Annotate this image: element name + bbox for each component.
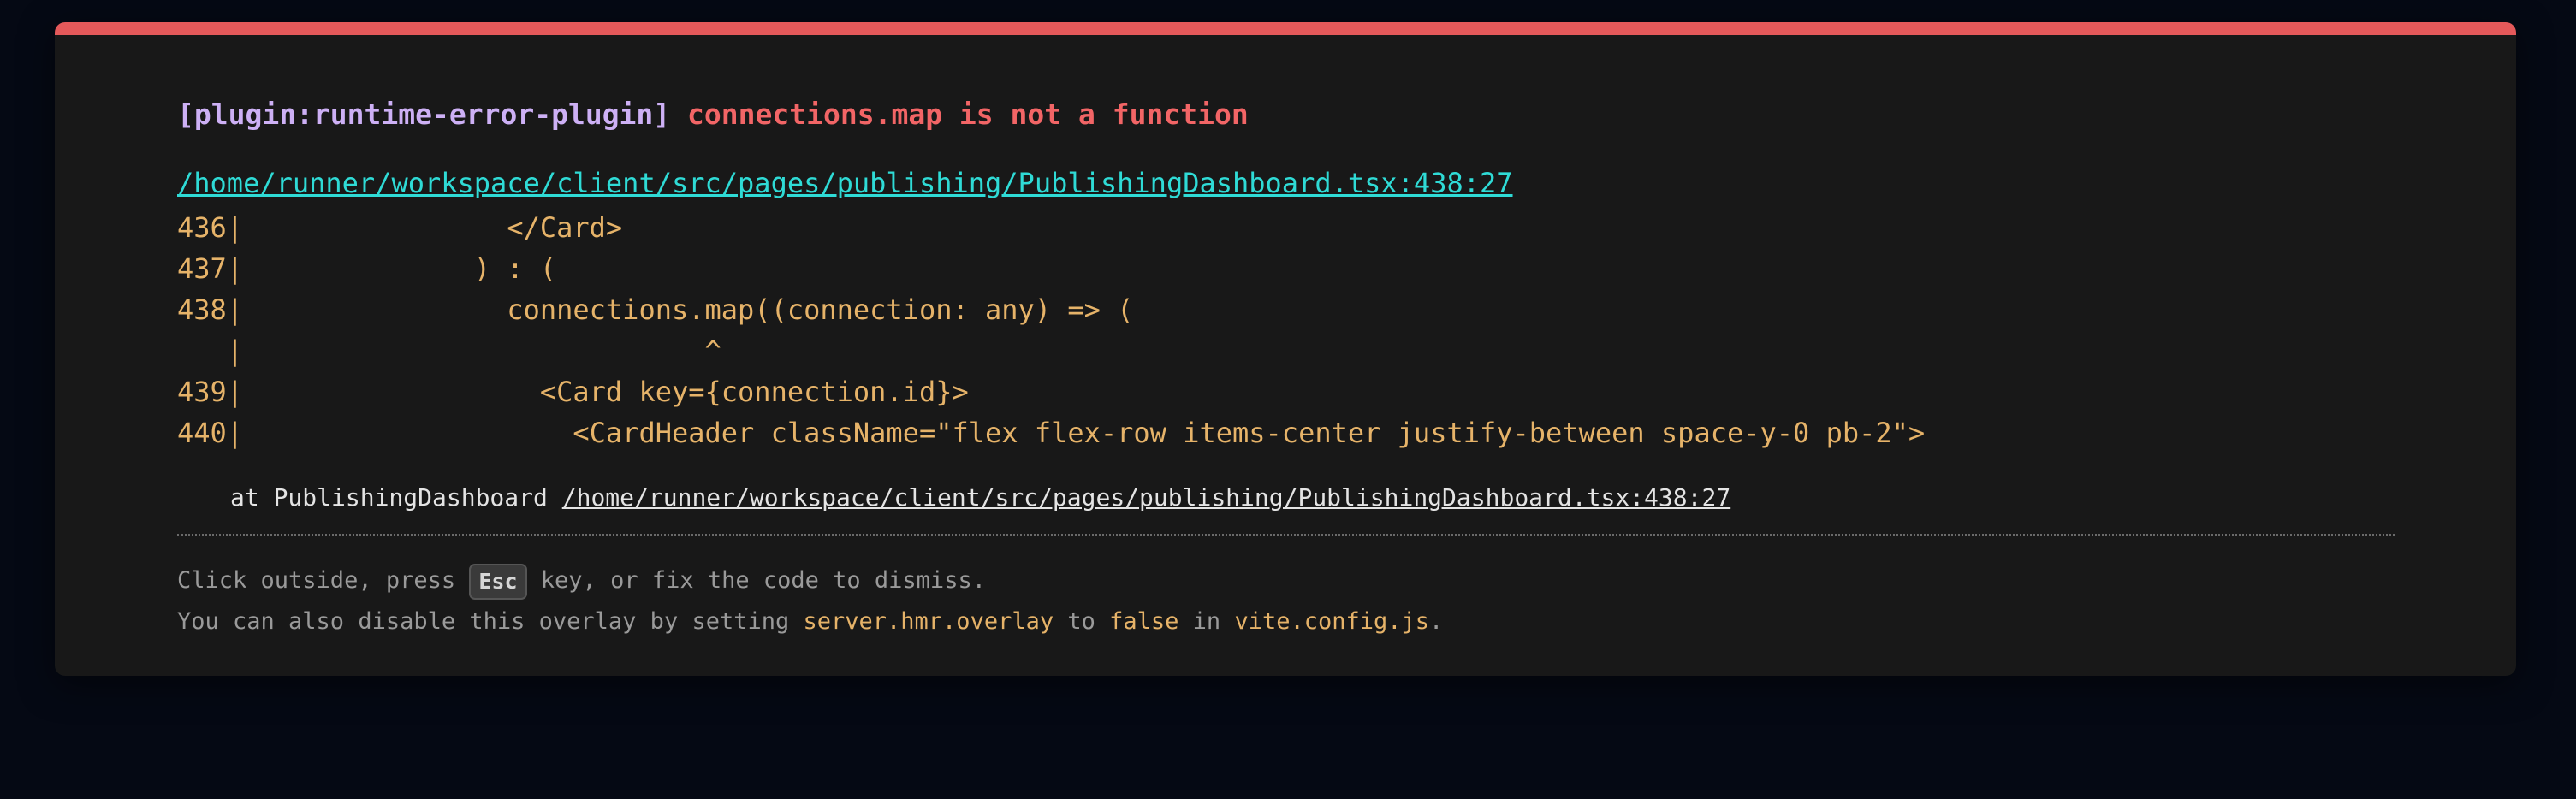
error-file-link[interactable]: /home/runner/workspace/client/src/pages/… [177, 166, 1513, 200]
config-value: false [1109, 608, 1179, 635]
code-line: 439| <Card key={connection.id}> [177, 376, 969, 408]
disable-overlay-tip: You can also disable this overlay by set… [177, 607, 1443, 637]
config-file: vite.config.js [1234, 608, 1430, 635]
error-message: connections.map is not a function [687, 98, 1249, 131]
code-line: 437| ) : ( [177, 252, 557, 285]
code-caret-line: | ^ [177, 334, 721, 367]
error-title: [plugin:runtime-error-plugin] connection… [177, 98, 1249, 132]
dismiss-tip: Click outside, press Esc key, or fix the… [177, 563, 986, 600]
tip-text: key, or fix the code to dismiss. [526, 567, 986, 594]
code-line: 436| </Card> [177, 211, 623, 244]
stack-trace: at PublishingDashboard /home/runner/work… [230, 482, 1730, 513]
tip-text: Click outside, press [177, 567, 470, 594]
tip-text: . [1429, 608, 1444, 635]
tip-text: You can also disable this overlay by set… [177, 608, 804, 635]
code-line: 440| <CardHeader className="flex flex-ro… [177, 417, 1926, 449]
tip-text: in [1178, 608, 1235, 635]
error-overlay-window: [plugin:runtime-error-plugin] connection… [55, 22, 2516, 676]
code-frame: 436| </Card> 437| ) : ( 438| connections.m… [177, 207, 1925, 453]
divider [177, 534, 2395, 536]
stack-prefix: at PublishingDashboard [230, 483, 562, 512]
plugin-tag: [plugin:runtime-error-plugin] [177, 98, 671, 131]
config-key: server.hmr.overlay [803, 608, 1054, 635]
code-line-error: 438| connections.map((connection: any) =… [177, 293, 1134, 326]
esc-key: Esc [469, 563, 527, 600]
stack-file-link[interactable]: /home/runner/workspace/client/src/pages/… [562, 483, 1730, 512]
tip-text: to [1054, 608, 1110, 635]
